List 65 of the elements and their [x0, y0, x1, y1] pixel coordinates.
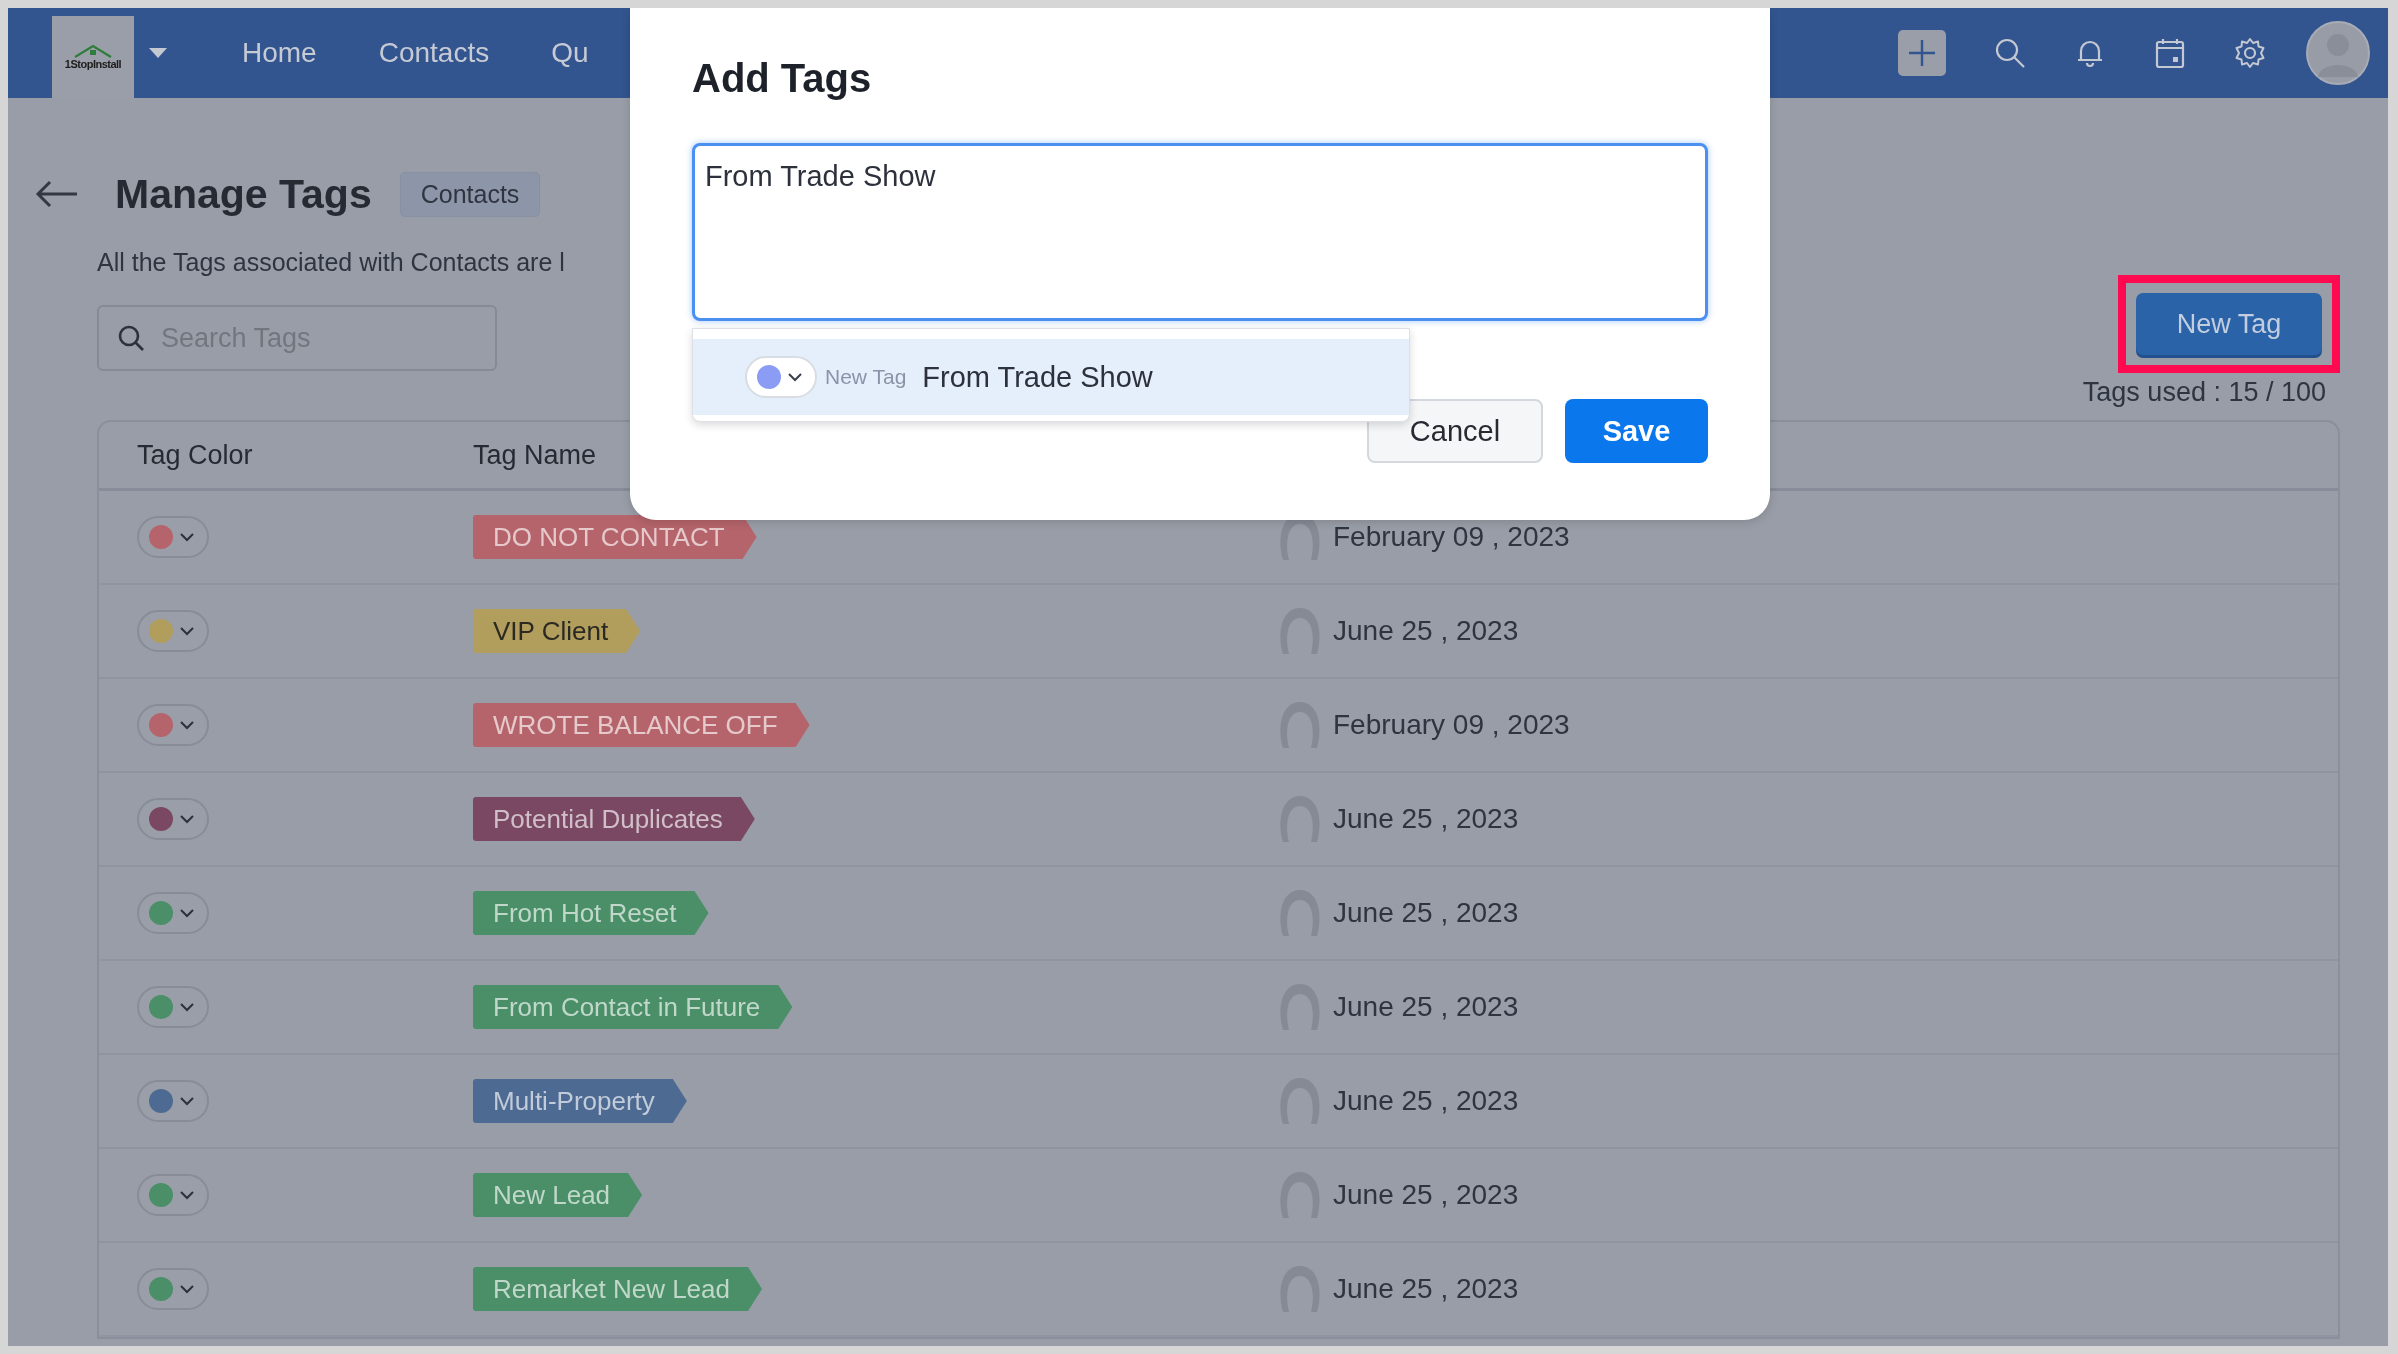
nav-link[interactable]: Contacts — [378, 37, 490, 69]
add-icon[interactable] — [1898, 30, 1946, 76]
color-picker[interactable] — [137, 1174, 209, 1216]
date-text: February 09 , 2023 — [1333, 709, 1570, 741]
date-text: June 25 , 2023 — [1333, 615, 1519, 647]
chevron-down-icon — [788, 372, 802, 382]
tag-label: VIP Client — [473, 609, 641, 653]
chevron-down-icon — [180, 908, 194, 918]
chevron-down-icon — [180, 814, 194, 824]
tag-label: From Contact in Future — [473, 985, 793, 1029]
dialog-title: Add Tags — [692, 56, 873, 101]
tag-label: DO NOT CONTACT — [473, 515, 757, 559]
suggestion-item[interactable]: New Tag From Trade Show — [693, 339, 1409, 415]
page-description: All the Tags associated with Contacts are l — [97, 248, 566, 277]
tag-input[interactable]: From Trade Show — [692, 143, 1708, 321]
date-text: June 25 , 2023 — [1333, 803, 1519, 835]
color-picker[interactable] — [137, 704, 209, 746]
house-icon — [73, 44, 113, 58]
chevron-down-icon — [180, 720, 194, 730]
tag-label: Remarket New Lead — [473, 1267, 762, 1311]
avatar-icon[interactable] — [2306, 21, 2370, 85]
color-picker[interactable] — [137, 516, 209, 558]
logo[interactable]: 1StopInstall — [52, 16, 134, 98]
column-header: Tag Color — [136, 439, 254, 471]
nav-link[interactable]: Home — [242, 37, 317, 69]
settings-icon[interactable] — [2234, 37, 2266, 69]
color-picker[interactable] — [137, 1080, 209, 1122]
chevron-down-icon — [180, 1096, 194, 1106]
color-picker[interactable] — [137, 610, 209, 652]
nav-link[interactable]: Qu — [551, 37, 589, 69]
chevron-down-icon — [180, 532, 194, 542]
tags-used-count: Tags used : 15 / 100 — [2082, 377, 2326, 408]
chevron-down-icon — [180, 626, 194, 636]
new-tag-label: New Tag — [825, 365, 907, 389]
date-text: February 09 , 2023 — [1333, 521, 1570, 553]
date-text: June 25 , 2023 — [1333, 897, 1519, 929]
page-title: Manage Tags — [115, 170, 372, 218]
tag-label: Potential Duplicates — [473, 797, 755, 841]
search-icon[interactable] — [1994, 37, 2026, 69]
back-arrow-icon[interactable] — [35, 179, 79, 209]
tag-label: New Lead — [473, 1173, 643, 1217]
color-picker[interactable] — [137, 986, 209, 1028]
chevron-down-icon — [180, 1002, 194, 1012]
date-text: June 25 , 2023 — [1333, 991, 1519, 1023]
color-picker[interactable] — [137, 1268, 209, 1310]
date-text: June 25 , 2023 — [1333, 1273, 1519, 1305]
color-picker[interactable] — [137, 892, 209, 934]
tag-label: Multi-Property — [473, 1079, 687, 1123]
caret-icon[interactable] — [148, 47, 168, 59]
suggestion-text: From Trade Show — [922, 360, 1153, 394]
tag-label: From Hot Reset — [473, 891, 709, 935]
column-header: Tag Name — [473, 439, 598, 471]
logo-text: 1StopInstall — [64, 58, 122, 70]
chevron-down-icon — [180, 1190, 194, 1200]
calendar-icon[interactable] — [2154, 37, 2186, 69]
save-button[interactable]: Save — [1565, 399, 1708, 463]
module-badge: Contacts — [399, 171, 541, 217]
search-icon — [117, 324, 145, 352]
date-text: June 25 , 2023 — [1333, 1179, 1519, 1211]
chevron-down-icon — [180, 1284, 194, 1294]
new-tag-button[interactable]: New Tag — [2136, 293, 2322, 355]
tag-label: WROTE BALANCE OFF — [473, 703, 810, 747]
color-picker[interactable] — [137, 798, 209, 840]
date-text: June 25 , 2023 — [1333, 1085, 1519, 1117]
cancel-button[interactable]: Cancel — [1367, 399, 1543, 463]
